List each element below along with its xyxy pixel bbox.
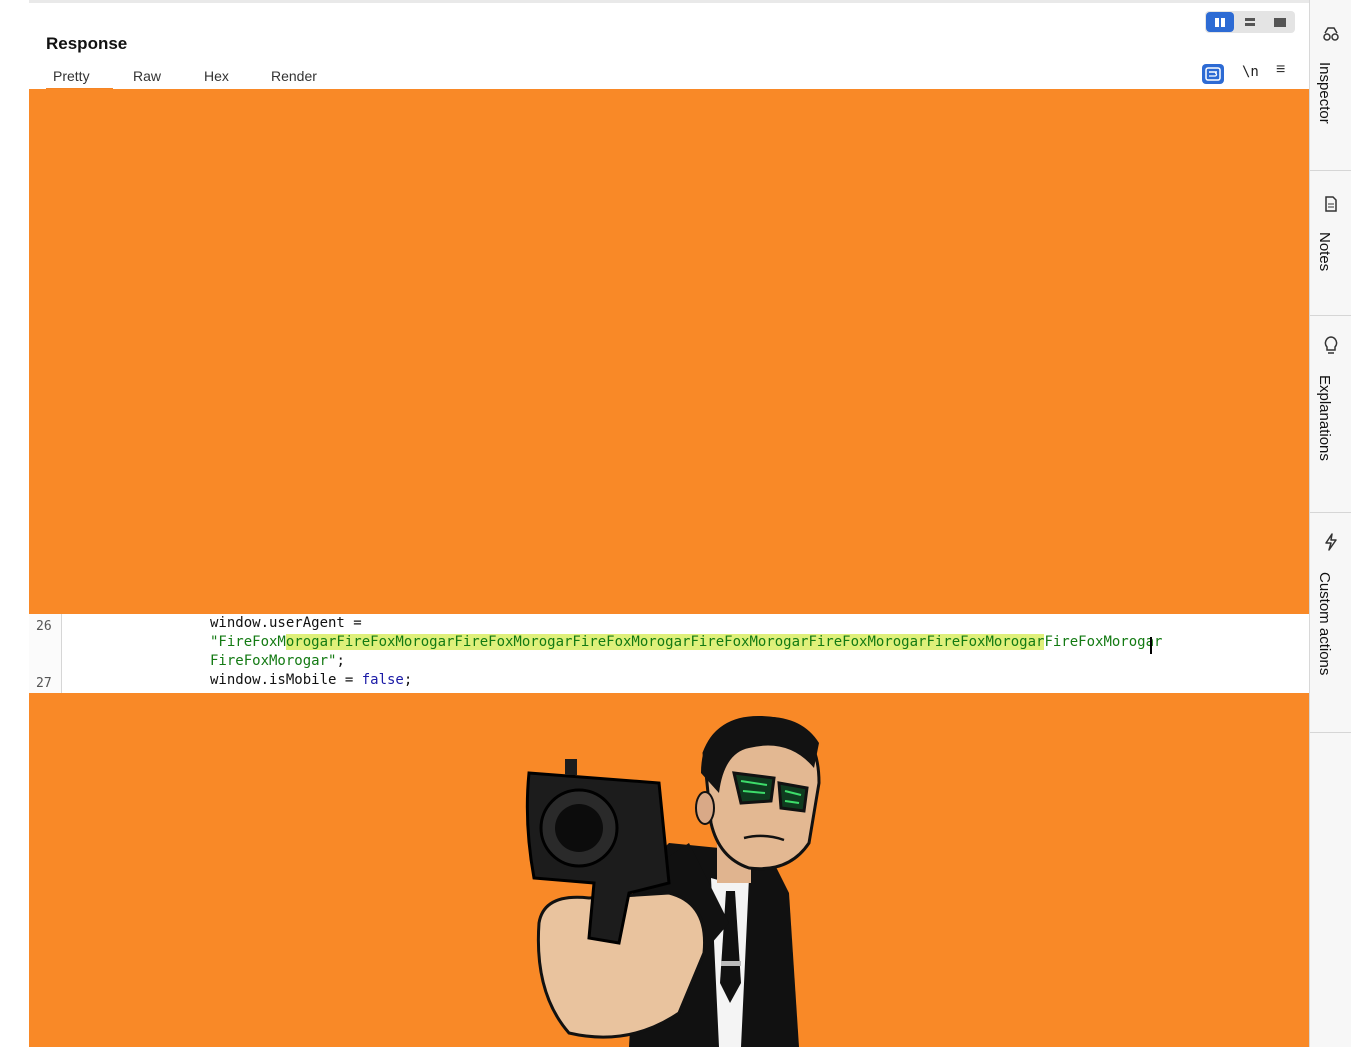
orange-overlay-bottom <box>29 693 1309 1047</box>
lightning-icon <box>1321 532 1341 552</box>
single-view-button[interactable] <box>1266 12 1294 32</box>
sidebar-tab-custom-actions[interactable]: Custom actions <box>1310 512 1351 733</box>
search-highlight: orogarFireFoxMorogarFireFoxMorogarFireFo… <box>285 634 1045 650</box>
response-header: Response Pretty Raw Hex Render \n ≡ <box>29 3 1309 91</box>
line-number: 27 <box>36 676 52 691</box>
line-number: 26 <box>36 619 52 634</box>
left-frame-edge <box>0 0 30 1047</box>
sidebar-tab-notes[interactable]: Notes <box>1310 170 1351 316</box>
code-line: FireFoxMorogar"; <box>210 653 345 669</box>
right-sidebar: Inspector Notes Explanations Custom acti… <box>1309 0 1351 1047</box>
panel-title: Response <box>46 34 128 53</box>
line-number-gutter: 26 27 <box>29 614 62 693</box>
tab-raw[interactable]: Raw <box>133 68 161 84</box>
inspector-icon <box>1321 24 1341 44</box>
wrap-icon <box>1205 67 1221 81</box>
code-editor[interactable]: 26 27 window.userAgent = "FireFoxMorogar… <box>29 614 1309 693</box>
code-line: window.userAgent = <box>210 615 362 631</box>
tab-render[interactable]: Render <box>271 68 317 84</box>
sidebar-tab-explanations[interactable]: Explanations <box>1310 315 1351 513</box>
menu-icon[interactable]: ≡ <box>1276 61 1285 79</box>
lightbulb-icon <box>1321 335 1341 355</box>
tab-pretty[interactable]: Pretty <box>53 68 90 84</box>
sidebar-label: Custom actions <box>1316 572 1333 676</box>
show-newlines-button[interactable]: \n <box>1242 64 1259 80</box>
agent-with-gun-illustration <box>525 715 821 1047</box>
notes-icon <box>1321 194 1341 214</box>
tab-hex[interactable]: Hex <box>204 68 229 84</box>
wrap-lines-button[interactable] <box>1202 64 1224 84</box>
code-line: window.isMobile = false; <box>210 672 413 688</box>
text-caret <box>1150 637 1152 654</box>
sidebar-tab-inspector[interactable]: Inspector <box>1310 0 1351 171</box>
sidebar-label: Notes <box>1316 232 1333 272</box>
stacked-view-button[interactable] <box>1236 12 1264 32</box>
split-view-button[interactable] <box>1206 12 1234 32</box>
sidebar-label: Explanations <box>1316 375 1333 461</box>
code-line: "FireFoxMorogarFireFoxMorogarFireFoxMoro… <box>210 634 1163 650</box>
sidebar-label: Inspector <box>1316 62 1333 124</box>
view-layout-toggle <box>1205 11 1295 33</box>
orange-overlay-top <box>29 89 1309 614</box>
